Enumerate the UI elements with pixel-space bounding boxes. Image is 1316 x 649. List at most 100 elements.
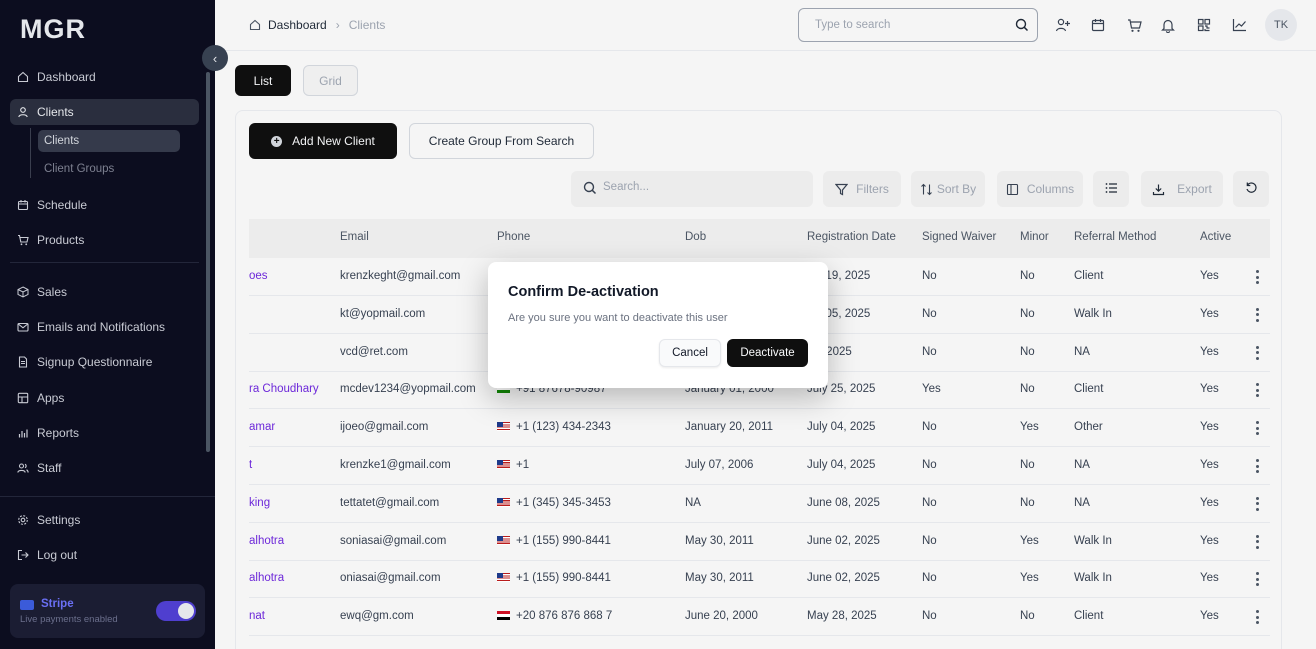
plus-icon: + [271,135,283,147]
client-name-cell[interactable]: nat [249,610,265,622]
client-name-cell[interactable]: ra Choudhary [249,383,319,395]
phone-cell-text: +1 (155) 990-8441 [516,572,611,585]
global-search-input[interactable] [815,17,1005,33]
row-actions-icon[interactable] [1254,572,1260,587]
columns-button[interactable]: Columns [997,171,1083,207]
add-client-button[interactable]: + Add New Client [249,123,397,159]
row-actions-icon[interactable] [1254,307,1260,322]
referral-method-cell: Walk In [1074,308,1112,320]
stripe-title: Stripe [41,598,74,610]
search-icon[interactable] [1015,18,1029,35]
tab-grid[interactable]: Grid [303,65,358,96]
sidebar-scrollbar[interactable] [206,72,210,452]
active-cell-text: Yes [1200,421,1219,434]
avatar[interactable]: TK [1265,9,1297,41]
row-actions-icon[interactable] [1254,345,1260,360]
column-header-signed-waiver[interactable]: Signed Waiver [922,231,996,243]
client-name-cell[interactable]: alhotra [249,572,284,584]
sidebar-item-signup-questionnaire[interactable]: Signup Questionnaire [10,349,199,375]
minor-cell-text: Yes [1020,421,1039,434]
active-cell: Yes [1200,572,1219,584]
table-row[interactable]: amar ijoeo@gmail.com +1 (123) 434-2343 Janu… [249,409,1270,448]
submenu-line [30,128,31,178]
row-actions-icon[interactable] [1254,459,1260,473]
column-header-dob[interactable]: Dob [685,231,706,243]
minor-cell-text: No [1020,270,1035,282]
sort-by-button[interactable]: Sort By [911,171,985,207]
table-row[interactable]: t krenzke1@gmail.com +1 July 07, 2006 July 0… [249,447,1270,485]
add-client-label: Add New Client [292,134,375,148]
stripe-toggle[interactable] [156,601,196,621]
deactivate-button[interactable]: Deactivate [727,339,808,367]
phone-cell: +1 (123) 434-2343 [497,421,611,433]
table-row[interactable]: alhotra soniasai@gmail.com +1 (155) 990-84… [249,523,1270,561]
column-header-minor[interactable]: Minor [1020,231,1049,243]
client-name-cell[interactable]: oes [249,270,268,282]
sidebar-item-products[interactable]: Products [10,227,199,253]
sidebar-item-schedule[interactable]: Schedule [10,192,199,218]
sidebar-item-logout[interactable]: Log out [10,542,199,568]
minor-cell: No [1020,346,1035,358]
table-search[interactable] [571,171,813,207]
table-row[interactable]: alhotra oniasai@gmail.com +1 (155) 990-844… [249,560,1270,599]
row-actions-icon[interactable] [1254,383,1260,398]
client-name-cell[interactable]: alhotra [249,535,284,547]
signed-waiver-cell: No [922,308,937,320]
sidebar-item-settings[interactable]: Settings [10,507,199,533]
row-actions-icon[interactable] [1254,496,1260,511]
client-name-cell[interactable]: amar [249,421,275,433]
add-user-icon[interactable] [1054,16,1072,34]
filters-button[interactable]: Filters [823,171,901,207]
sidebar-subitem-clients[interactable]: Clients [38,130,180,152]
trend-chart-icon[interactable] [1230,16,1248,34]
refresh-button[interactable] [1233,171,1269,207]
table-row[interactable]: king tettatet@gmail.com +1 (345) 345-3453 N… [249,485,1270,523]
email-cell-text: ewq@gm.com [340,610,414,623]
export-button[interactable]: Export [1141,171,1223,207]
bell-icon[interactable] [1159,16,1177,34]
list-density-button[interactable] [1093,171,1129,207]
column-header-phone[interactable]: Phone [497,231,530,243]
client-name-cell[interactable]: king [249,497,270,509]
column-header-email[interactable]: Email [340,231,369,243]
sidebar-item-emails[interactable]: Emails and Notifications [10,314,199,340]
email-cell: ijoeo@gmail.com [340,421,428,433]
sidebar-item-reports[interactable]: Reports [10,420,199,446]
columns-icon [1006,183,1019,196]
qr-code-icon[interactable] [1195,16,1213,34]
home-icon[interactable] [249,19,261,31]
dob-cell-text: May 30, 2011 [685,572,754,585]
sidebar-item-apps[interactable]: Apps [10,385,199,411]
create-group-button[interactable]: Create Group From Search [409,123,594,159]
row-actions-icon[interactable] [1254,421,1260,436]
cancel-button[interactable]: Cancel [659,339,721,367]
export-label: Export [1177,182,1212,196]
table-row[interactable]: nat ewq@gm.com +20 876 876 868 7 June 20, 2… [249,598,1270,637]
sidebar-item-dashboard[interactable]: Dashboard [10,64,199,90]
calendar-icon[interactable] [1089,16,1107,34]
column-header-referral-method[interactable]: Referral Method [1074,231,1156,243]
sidebar-item-sales[interactable]: Sales [10,279,199,305]
global-search[interactable] [798,8,1038,42]
column-header-registration-date[interactable]: Registration Date [807,231,896,243]
sidebar-subitem-client-groups[interactable]: Client Groups [38,158,180,180]
row-actions-icon[interactable] [1254,270,1260,284]
breadcrumb-dashboard[interactable]: Dashboard [268,18,327,32]
minor-cell: Yes [1020,535,1039,547]
sidebar-item-clients[interactable]: Clients [10,99,199,125]
row-actions-icon[interactable] [1254,610,1260,625]
column-header-active[interactable]: Active [1200,231,1231,243]
client-name-cell-text: alhotra [249,572,285,585]
client-name-cell[interactable]: t [249,459,252,471]
breadcrumb-clients[interactable]: Clients [349,18,386,32]
app-logo[interactable]: MGR [20,14,86,45]
email-cell-text: mcdev1234@yopmail.com [340,383,476,396]
tab-list[interactable]: List [235,65,291,96]
referral-method-cell: Client [1074,610,1103,622]
sidebar-item-staff[interactable]: Staff [10,455,199,481]
row-actions-icon[interactable] [1254,534,1260,549]
phone-cell-text: +1 (345) 345-3453 [516,496,611,509]
table-search-input[interactable] [603,181,793,193]
cart-icon[interactable] [1125,16,1143,34]
collapse-sidebar-button[interactable]: ‹ [202,45,228,71]
